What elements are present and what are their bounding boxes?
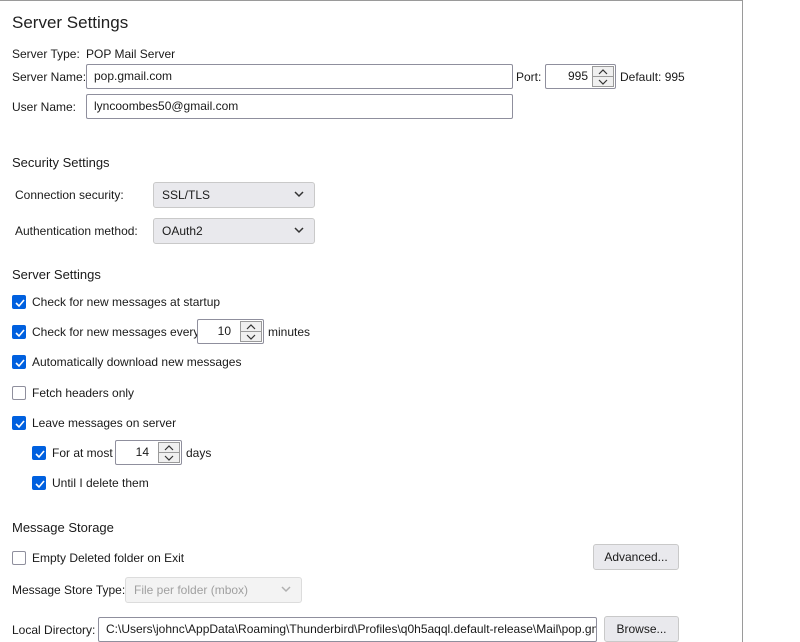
- chevron-down-icon: [164, 455, 174, 461]
- auto-download-checkbox[interactable]: [12, 355, 26, 369]
- port-value: 995: [567, 69, 588, 83]
- advanced-button[interactable]: Advanced...: [593, 544, 679, 570]
- authentication-method-value: OAuth2: [162, 224, 203, 238]
- port-decrement-button[interactable]: [592, 77, 614, 87]
- authentication-method-select[interactable]: OAuth2: [153, 218, 315, 244]
- checkmark-icon: [15, 299, 25, 308]
- days-value: 14: [135, 445, 149, 459]
- checkmark-icon: [15, 329, 25, 338]
- chevron-down-icon: [294, 191, 304, 198]
- interval-increment-button[interactable]: [240, 321, 262, 332]
- chevron-up-icon: [246, 323, 256, 329]
- leave-on-server-label[interactable]: Leave messages on server: [32, 416, 176, 430]
- local-directory-label: Local Directory:: [12, 623, 96, 637]
- user-name-input[interactable]: lyncoombes50@gmail.com: [86, 94, 513, 119]
- empty-deleted-label[interactable]: Empty Deleted folder on Exit: [32, 551, 184, 565]
- message-store-type-label: Message Store Type:: [12, 583, 126, 597]
- interval-decrement-button[interactable]: [240, 332, 262, 342]
- server-name-input[interactable]: pop.gmail.com: [86, 64, 513, 89]
- connection-security-label: Connection security:: [15, 188, 124, 202]
- until-delete-checkbox[interactable]: [32, 476, 46, 490]
- chevron-down-icon: [598, 79, 608, 85]
- security-settings-title: Security Settings: [12, 155, 110, 170]
- page-title: Server Settings: [12, 13, 129, 32]
- check-interval-value: 10: [217, 324, 231, 338]
- chevron-up-icon: [164, 444, 174, 450]
- checkmark-icon: [15, 420, 25, 429]
- checkmark-icon: [15, 359, 25, 368]
- port-label: Port:: [516, 70, 542, 84]
- for-at-most-label[interactable]: For at most: [52, 446, 113, 460]
- connection-security-select[interactable]: SSL/TLS: [153, 182, 315, 208]
- fetch-headers-checkbox[interactable]: [12, 386, 26, 400]
- server-settings-title: Server Settings: [12, 267, 101, 282]
- days-increment-button[interactable]: [158, 442, 180, 453]
- message-storage-title: Message Storage: [12, 520, 114, 535]
- chevron-down-icon: [246, 334, 256, 340]
- check-every-checkbox[interactable]: [12, 325, 26, 339]
- until-delete-label[interactable]: Until I delete them: [52, 476, 149, 490]
- checkmark-icon: [35, 480, 45, 489]
- connection-security-value: SSL/TLS: [162, 188, 211, 202]
- port-stepper[interactable]: 995: [545, 64, 616, 89]
- server-settings-panel: Server Settings Server Type: POP Mail Se…: [0, 0, 743, 642]
- server-type-label: Server Type:: [12, 47, 80, 61]
- for-at-most-checkbox[interactable]: [32, 446, 46, 460]
- check-interval-stepper[interactable]: 10: [197, 319, 264, 344]
- chevron-down-icon: [281, 586, 291, 593]
- check-every-label[interactable]: Check for new messages every: [32, 325, 199, 339]
- user-name-label: User Name:: [12, 100, 77, 114]
- days-decrement-button[interactable]: [158, 453, 180, 463]
- check-startup-label[interactable]: Check for new messages at startup: [32, 295, 220, 309]
- checkmark-icon: [35, 450, 45, 459]
- auto-download-label[interactable]: Automatically download new messages: [32, 355, 241, 369]
- local-directory-input[interactable]: C:\Users\johnc\AppData\Roaming\Thunderbi…: [98, 617, 597, 642]
- check-startup-checkbox[interactable]: [12, 295, 26, 309]
- port-default-label: Default: 995: [620, 70, 685, 84]
- minutes-label: minutes: [268, 325, 311, 339]
- leave-on-server-checkbox[interactable]: [12, 416, 26, 430]
- days-label: days: [186, 446, 212, 460]
- message-store-type-select[interactable]: File per folder (mbox): [125, 577, 302, 603]
- chevron-down-icon: [294, 227, 304, 234]
- port-increment-button[interactable]: [592, 66, 614, 77]
- browse-button[interactable]: Browse...: [604, 616, 679, 642]
- message-store-type-value: File per folder (mbox): [134, 583, 249, 597]
- days-stepper[interactable]: 14: [115, 440, 182, 465]
- server-type-value: POP Mail Server: [86, 47, 176, 61]
- chevron-up-icon: [598, 68, 608, 74]
- fetch-headers-label[interactable]: Fetch headers only: [32, 386, 134, 400]
- authentication-method-label: Authentication method:: [15, 224, 138, 238]
- empty-deleted-checkbox[interactable]: [12, 551, 26, 565]
- server-name-label: Server Name:: [12, 70, 87, 84]
